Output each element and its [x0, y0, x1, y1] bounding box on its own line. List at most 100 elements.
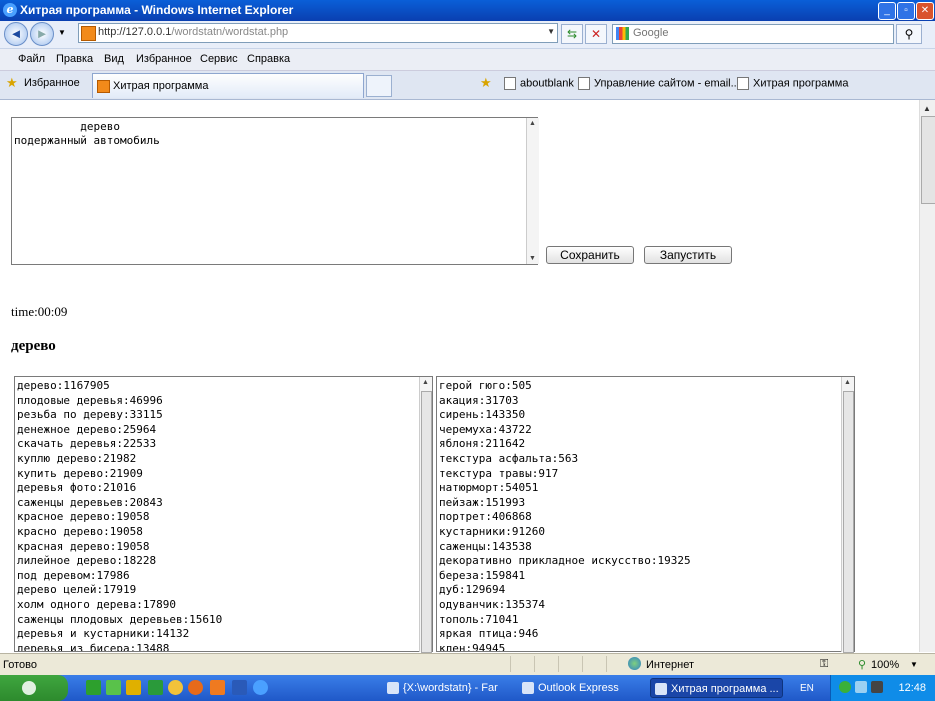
stop-button[interactable]: ✕ — [585, 24, 607, 44]
forward-button[interactable]: ► — [30, 22, 54, 46]
page-scroll-thumb[interactable] — [921, 116, 935, 204]
ie-icon — [655, 683, 667, 695]
list-item: яркая птица:946 — [439, 627, 539, 641]
zoom-dropdown-icon[interactable]: ▼ — [910, 660, 918, 669]
scroll-thumb[interactable] — [421, 391, 432, 653]
favorites-star-icon[interactable]: ★ — [6, 75, 18, 91]
add-favorite-icon[interactable]: ★ — [480, 75, 492, 91]
favorite-link-site-admin[interactable]: Управление сайтом - email... — [578, 77, 740, 90]
scroll-down-icon[interactable]: ▼ — [529, 255, 536, 262]
list-item: дуб:129694 — [439, 583, 506, 597]
address-toolbar: ◄ ► ▼ http://127.0.0.1/wordstatn/wordsta… — [0, 21, 935, 49]
left-list-scrollbar[interactable]: ▲ — [419, 377, 432, 653]
quicklaunch-ie-icon[interactable] — [253, 680, 268, 695]
status-text: Готово — [3, 659, 37, 671]
page-favicon-icon — [81, 26, 96, 41]
tray-icon[interactable] — [839, 681, 851, 693]
quicklaunch-word-icon[interactable] — [232, 680, 247, 695]
quicklaunch-app-icon[interactable] — [106, 680, 121, 695]
title-bar: e Хитрая программа - Windows Internet Ex… — [0, 0, 935, 21]
list-item: портрет:406868 — [439, 510, 532, 524]
scroll-up-icon[interactable]: ▲ — [529, 120, 536, 127]
quicklaunch-app-icon[interactable] — [148, 680, 163, 695]
start-button[interactable] — [0, 675, 68, 701]
list-item: красное дерево:19058 — [17, 510, 150, 524]
menu-edit[interactable]: Правка — [56, 53, 93, 65]
list-item: саженцы:143538 — [439, 539, 532, 553]
zoom-icon[interactable]: ⚲ — [858, 658, 866, 671]
list-item: скачать деревья:22533 — [17, 437, 157, 451]
list-item: деревья фото:21016 — [17, 481, 137, 495]
tab-label: Хитрая программа — [113, 80, 209, 92]
status-segment — [582, 656, 605, 672]
search-input[interactable] — [633, 26, 888, 40]
far-icon — [387, 682, 399, 694]
list-item: черемуха:43722 — [439, 422, 532, 436]
right-result-list[interactable]: герой гюго:505 акация:31703 сирень:143350 ч… — [436, 376, 855, 652]
task-far[interactable]: {X:\wordstatn} - Far — [383, 678, 513, 698]
list-item: одуванчик:135374 — [439, 597, 545, 611]
address-url[interactable]: http://127.0.0.1/wordstatn/wordstat.php — [98, 26, 288, 38]
google-icon — [616, 27, 629, 40]
zoom-level[interactable]: 100% — [871, 659, 899, 671]
scroll-up-icon[interactable]: ▲ — [422, 379, 429, 386]
search-button[interactable]: ⚲ — [896, 24, 922, 44]
scroll-thumb[interactable] — [843, 391, 854, 653]
address-bar[interactable]: http://127.0.0.1/wordstatn/wordstat.php … — [78, 23, 558, 43]
list-item: лилейное дерево:18228 — [17, 554, 157, 568]
quicklaunch-app-icon[interactable] — [86, 680, 101, 695]
tray-icon[interactable] — [855, 681, 867, 693]
page-scrollbar[interactable]: ▲ — [919, 100, 935, 652]
quicklaunch-player-icon[interactable] — [168, 680, 183, 695]
quicklaunch-app-icon[interactable] — [210, 680, 225, 695]
run-button[interactable]: Запустить — [644, 246, 732, 264]
quicklaunch-firefox-icon[interactable] — [188, 680, 203, 695]
result-heading: дерево — [11, 338, 56, 354]
list-item: тополь:71041 — [439, 612, 519, 626]
status-segment — [606, 656, 629, 672]
save-button[interactable]: Сохранить — [546, 246, 634, 264]
favorite-link-program[interactable]: Хитрая программа — [737, 77, 848, 90]
tab-active[interactable]: Хитрая программа — [92, 73, 364, 98]
status-segment — [510, 656, 533, 672]
menu-help[interactable]: Справка — [247, 53, 290, 65]
status-bar: Готово Интернет ⚿ ⚲ 100% ▼ — [0, 653, 935, 676]
protected-mode-icon[interactable]: ⚿ — [820, 658, 828, 671]
system-tray: 12:48 — [830, 675, 935, 701]
menu-view[interactable]: Вид — [104, 53, 124, 65]
right-list-scrollbar[interactable]: ▲ — [841, 377, 854, 653]
maximize-button[interactable]: ▫ — [897, 2, 915, 20]
refresh-button[interactable]: ⇆ — [561, 24, 583, 44]
favorite-link-aboutblank[interactable]: aboutblank — [504, 77, 574, 90]
tab-favicon-icon — [97, 80, 110, 93]
scroll-up-icon[interactable]: ▲ — [923, 104, 931, 113]
menu-file[interactable]: Файл — [18, 53, 45, 65]
scroll-up-icon[interactable]: ▲ — [844, 379, 851, 386]
list-item: красно дерево:19058 — [17, 524, 143, 538]
tray-icon[interactable] — [871, 681, 883, 693]
address-dropdown-icon[interactable]: ▼ — [547, 27, 555, 36]
list-item: береза:159841 — [439, 568, 526, 582]
keywords-textarea[interactable] — [11, 117, 538, 265]
textarea-scrollbar[interactable]: ▲ ▼ — [526, 118, 539, 264]
menu-tools[interactable]: Сервис — [200, 53, 238, 65]
new-tab-button[interactable] — [366, 75, 392, 97]
favorites-button[interactable]: Избранное — [24, 77, 80, 89]
status-segment — [534, 656, 557, 672]
status-segment — [558, 656, 581, 672]
minimize-button[interactable]: _ — [878, 2, 896, 20]
left-result-list[interactable]: дерево:1167905 плодовые деревья:46996 резь… — [14, 376, 433, 652]
list-item: сирень:143350 — [439, 408, 526, 422]
quicklaunch-app-icon[interactable] — [126, 680, 141, 695]
language-indicator[interactable]: EN — [800, 683, 814, 694]
favorite-link-label: aboutblank — [520, 77, 574, 90]
history-dropdown-icon[interactable]: ▼ — [58, 28, 66, 37]
list-item: пейзаж:151993 — [439, 495, 526, 509]
back-button[interactable]: ◄ — [4, 22, 28, 46]
task-outlook[interactable]: Outlook Express — [518, 678, 644, 698]
task-ie-active[interactable]: Хитрая программа ... — [650, 678, 783, 698]
menu-favorites[interactable]: Избранное — [136, 53, 192, 65]
list-item: герой гюго:505 — [439, 379, 532, 392]
search-box[interactable] — [612, 24, 894, 44]
close-button[interactable]: ✕ — [916, 2, 934, 20]
